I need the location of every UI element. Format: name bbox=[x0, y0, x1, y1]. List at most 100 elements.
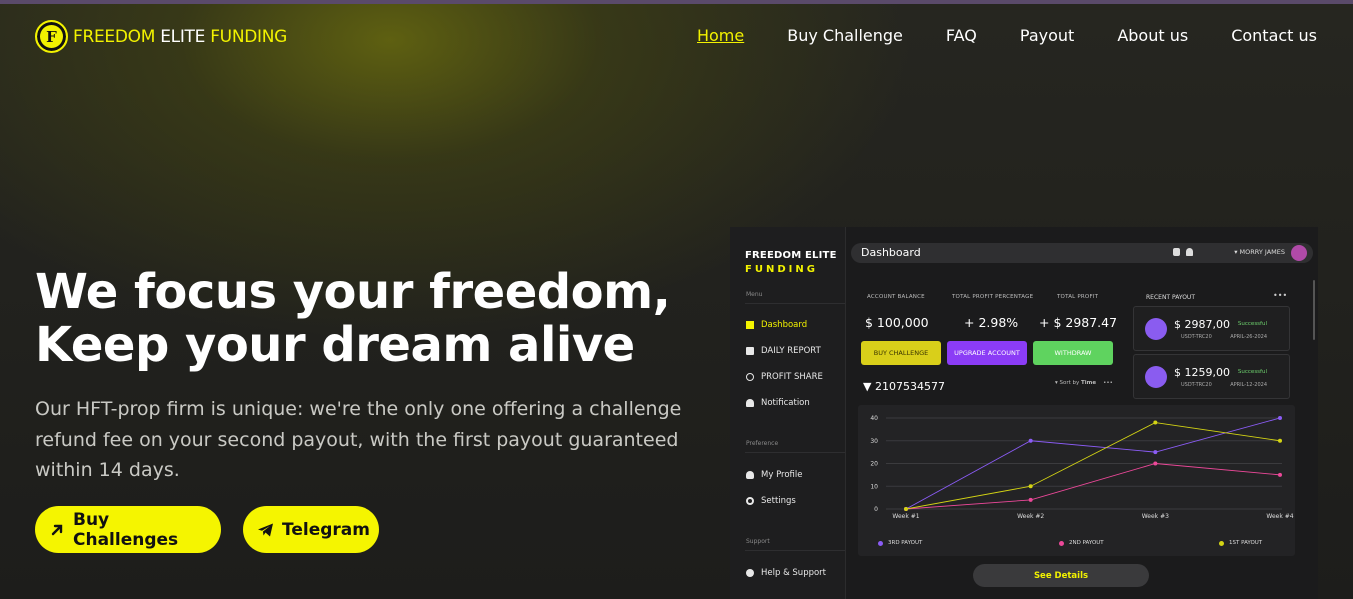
logo-part-funding: FUNDING bbox=[210, 26, 288, 47]
bell-icon bbox=[746, 399, 754, 407]
data-point bbox=[1153, 420, 1158, 425]
money-bag-icon bbox=[1145, 366, 1167, 388]
message-icon bbox=[1173, 248, 1180, 256]
logo-part-elite: ELITE bbox=[160, 26, 206, 47]
hero-title: We focus your freedom, Keep your dream a… bbox=[35, 266, 715, 372]
see-details-button: See Details bbox=[973, 564, 1149, 587]
hero-title-line2: Keep your dream alive bbox=[35, 317, 635, 373]
dashboard-preview: FREEDOM ELITE FUNDING Menu Dashboard DAI… bbox=[730, 227, 1318, 599]
telegram-icon bbox=[258, 523, 273, 536]
buy-challenges-button[interactable]: Buy Challenges bbox=[35, 506, 221, 553]
nav-payout[interactable]: Payout bbox=[1020, 26, 1074, 45]
dashboard-title: Dashboard bbox=[861, 246, 921, 259]
logo-part-freedom: FREEDOM bbox=[73, 26, 156, 47]
nav-contact-us[interactable]: Contact us bbox=[1231, 26, 1317, 45]
hero-title-line1: We focus your freedom, bbox=[35, 264, 671, 320]
payout-line-chart: 0 10 20 30 40 Week #1 Week #2 Week #3 Week #4 bbox=[870, 415, 1293, 520]
top-border bbox=[0, 0, 1353, 4]
notification-bell-icon bbox=[1186, 248, 1193, 256]
telegram-button[interactable]: Telegram bbox=[243, 506, 379, 553]
dash-menu-notification: Notification bbox=[746, 398, 810, 408]
y-tick-label: 40 bbox=[870, 415, 878, 422]
dashboard-topbar: Dashboard ▾ MORRY JAMES bbox=[851, 243, 1313, 263]
recent-payout-more-icon: ••• bbox=[1273, 291, 1288, 300]
money-bag-icon bbox=[1145, 318, 1167, 340]
preference-divider bbox=[745, 452, 845, 453]
topbar-icons bbox=[1173, 248, 1193, 256]
data-point bbox=[1028, 497, 1033, 502]
stat-value-percentage: + 2.98% bbox=[964, 315, 1019, 330]
stat-value-profit: + $ 2987.47 bbox=[1039, 315, 1118, 330]
legend-1st-payout: 1ST PAYOUT bbox=[1219, 540, 1262, 546]
data-point bbox=[1278, 438, 1282, 443]
dash-menu-help-support: Help & Support bbox=[746, 568, 826, 578]
dash-menu-daily-report: DAILY REPORT bbox=[746, 346, 821, 356]
stat-value-balance: $ 100,000 bbox=[865, 315, 929, 330]
sort-by-control: ▾ Sort by Time ••• bbox=[1055, 380, 1113, 386]
dash-brand-line2: FUNDING bbox=[745, 264, 818, 275]
dashboard-user-name: ▾ MORRY JAMES bbox=[1234, 248, 1285, 256]
data-point bbox=[1028, 484, 1033, 489]
share-icon bbox=[746, 373, 754, 381]
x-tick-label: Week #4 bbox=[1266, 513, 1293, 520]
data-point bbox=[904, 507, 908, 511]
stat-label-percentage: TOTAL PROFIT PERCENTAGE bbox=[952, 294, 1034, 300]
preference-section-label: Preference bbox=[746, 440, 779, 447]
dash-menu-dashboard: Dashboard bbox=[746, 320, 807, 330]
data-point bbox=[1153, 450, 1158, 455]
payout-card: $ 2987,00 USDT-TRC20 Successful APRIL-26… bbox=[1133, 306, 1290, 351]
x-tick-label: Week #3 bbox=[1142, 513, 1169, 520]
logo-mark-icon: F bbox=[35, 20, 68, 53]
user-icon bbox=[746, 471, 754, 479]
site-logo[interactable]: F FREEDOM ELITE FUNDING bbox=[35, 20, 287, 53]
dashboard-sidebar: FREEDOM ELITE FUNDING Menu Dashboard DAI… bbox=[730, 227, 846, 599]
y-tick-label: 20 bbox=[870, 461, 878, 468]
legend-swatch bbox=[878, 540, 883, 546]
legend-2nd-payout: 2ND PAYOUT bbox=[1059, 540, 1104, 546]
payout-card: $ 1259,00 USDT-TRC20 Successful APRIL-12… bbox=[1133, 354, 1290, 399]
dash-withdraw-button: WITHDRAW bbox=[1033, 341, 1113, 365]
data-point bbox=[1278, 472, 1282, 477]
nav-faq[interactable]: FAQ bbox=[946, 26, 977, 45]
dash-menu-settings: Settings bbox=[746, 496, 796, 506]
gear-icon bbox=[746, 497, 754, 505]
y-tick-label: 10 bbox=[870, 483, 878, 490]
menu-section-label: Menu bbox=[746, 291, 763, 298]
y-tick-label: 30 bbox=[870, 438, 878, 445]
series-line bbox=[905, 422, 1281, 510]
x-tick-label: Week #2 bbox=[1017, 513, 1044, 520]
logo-text: FREEDOM ELITE FUNDING bbox=[73, 27, 287, 47]
user-avatar bbox=[1291, 245, 1307, 261]
data-point bbox=[1028, 438, 1033, 443]
account-number: ▼ 2107534577 bbox=[863, 380, 945, 393]
main-nav: Home Buy Challenge FAQ Payout About us C… bbox=[697, 26, 1317, 45]
stat-label-balance: ACCOUNT BALANCE bbox=[867, 294, 925, 300]
dash-brand-line1: FREEDOM ELITE bbox=[745, 250, 837, 261]
help-icon bbox=[746, 569, 754, 577]
legend-swatch bbox=[1059, 540, 1064, 546]
nav-home[interactable]: Home bbox=[697, 26, 744, 45]
buy-challenges-label: Buy Challenges bbox=[73, 509, 179, 550]
recent-payout-title: RECENT PAYOUT bbox=[1146, 294, 1195, 301]
menu-divider bbox=[745, 303, 845, 304]
arrow-up-right-icon bbox=[51, 524, 63, 535]
telegram-label: Telegram bbox=[282, 519, 370, 540]
support-divider bbox=[745, 550, 845, 551]
dash-menu-my-profile: My Profile bbox=[746, 470, 803, 480]
data-point bbox=[1278, 416, 1282, 420]
legend-3rd-payout: 3RD PAYOUT bbox=[878, 540, 922, 546]
x-tick-label: Week #1 bbox=[892, 513, 919, 520]
dash-menu-profit-share: PROFIT SHARE bbox=[746, 372, 823, 382]
support-section-label: Support bbox=[746, 538, 770, 545]
y-tick-label: 0 bbox=[874, 506, 878, 513]
nav-buy-challenge[interactable]: Buy Challenge bbox=[787, 26, 903, 45]
payout-chart-panel: 0 10 20 30 40 Week #1 Week #2 Week #3 Week #4 bbox=[858, 405, 1295, 556]
grid-icon bbox=[746, 321, 754, 329]
dash-buy-challenge-button: BUY CHALLENGE bbox=[861, 341, 941, 365]
nav-about-us[interactable]: About us bbox=[1117, 26, 1188, 45]
dash-upgrade-account-button: UPGRADE ACCOUNT bbox=[947, 341, 1027, 365]
legend-swatch bbox=[1219, 540, 1224, 546]
hero-subtitle: Our HFT-prop firm is unique: we're the o… bbox=[35, 398, 682, 481]
briefcase-icon bbox=[746, 347, 754, 355]
stat-label-profit: TOTAL PROFIT bbox=[1057, 294, 1099, 300]
